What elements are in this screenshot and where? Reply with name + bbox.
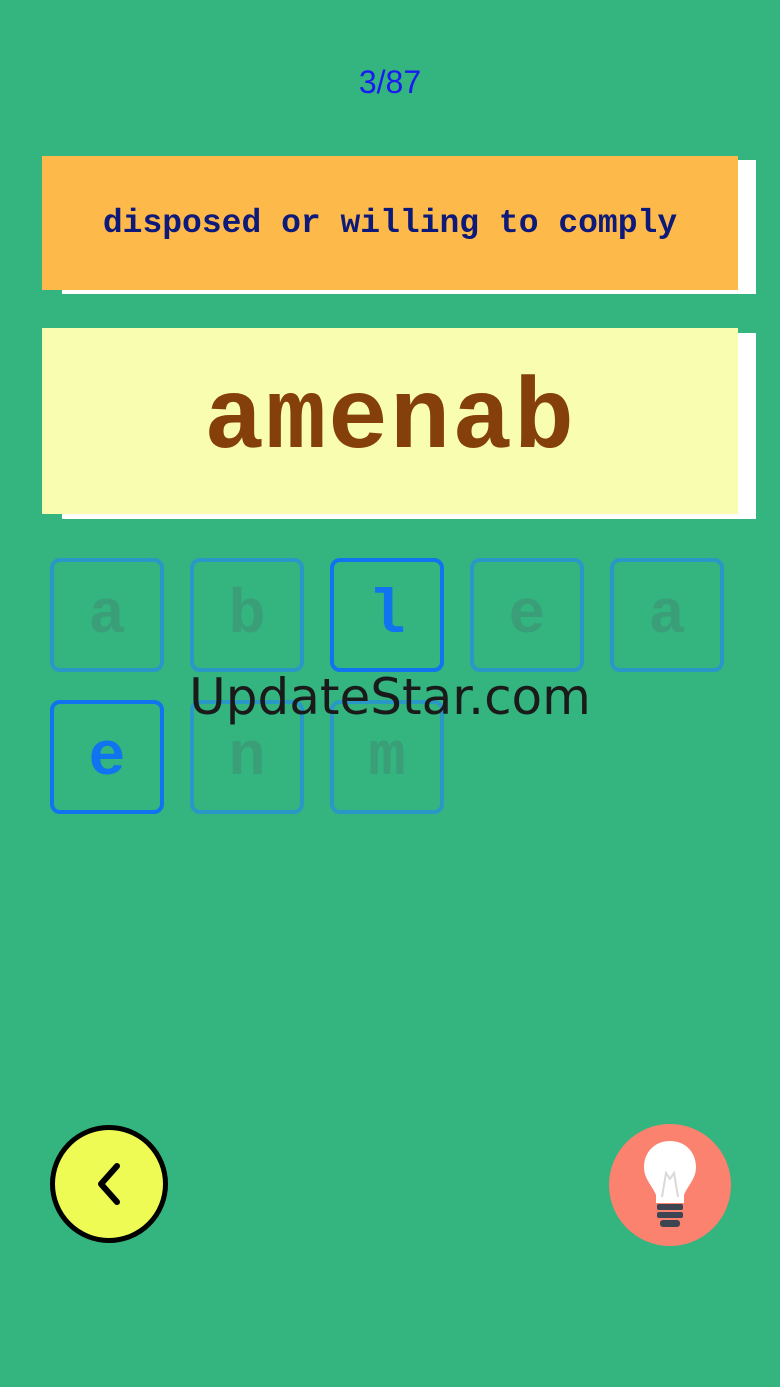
letter-tile[interactable]: m (330, 700, 444, 814)
letter-tile-active[interactable]: e (50, 700, 164, 814)
answer-text: amenab (203, 364, 577, 478)
clue-text: disposed or willing to comply (102, 204, 678, 242)
letter-tile[interactable]: b (190, 558, 304, 672)
answer-card: amenab (42, 328, 738, 514)
clue-card: disposed or willing to comply (42, 156, 738, 290)
chevron-left-icon (98, 1163, 120, 1205)
back-button[interactable] (50, 1125, 168, 1243)
letter-tile[interactable]: e (470, 558, 584, 672)
hint-button[interactable] (609, 1124, 731, 1246)
lightbulb-icon (644, 1141, 696, 1227)
letter-tile[interactable]: n (190, 700, 304, 814)
letter-tile[interactable]: a (50, 558, 164, 672)
letter-tile-active[interactable]: l (330, 558, 444, 672)
letter-tile[interactable]: a (610, 558, 724, 672)
progress-counter: 3/87 (358, 64, 422, 100)
